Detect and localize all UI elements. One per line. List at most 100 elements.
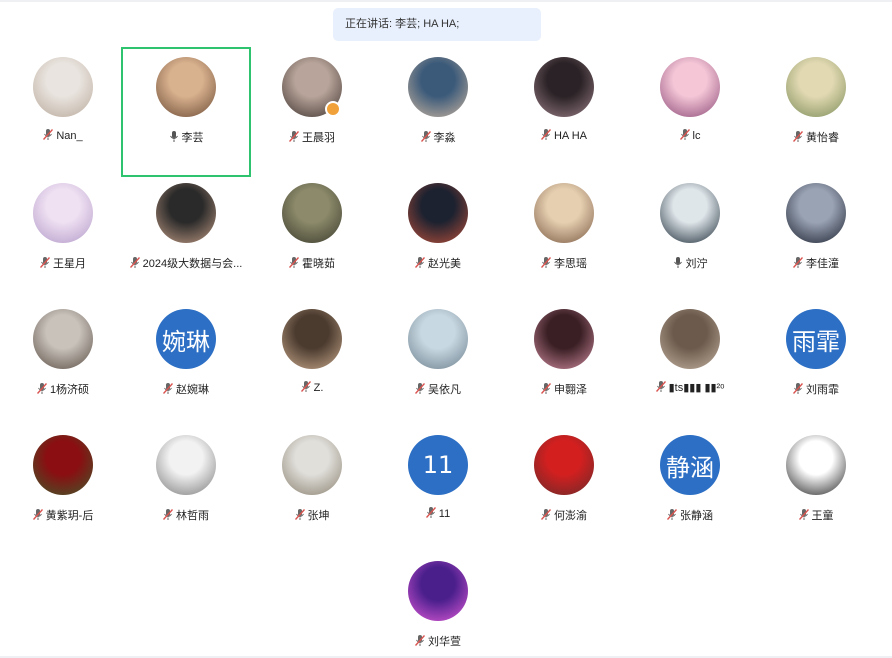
mic-icon: [673, 257, 686, 270]
participant-tile[interactable]: 雨霏刘雨霏: [753, 301, 879, 427]
mic-muted-icon: [294, 509, 308, 522]
participant-tile[interactable]: 林哲雨: [123, 427, 249, 553]
avatar: [33, 435, 93, 495]
mic-muted-icon: [163, 383, 176, 396]
participant-name-row: 李佳潼: [753, 255, 879, 271]
mic-muted-icon: [655, 381, 669, 394]
avatar: [534, 57, 594, 117]
participant-name: Z.: [313, 382, 324, 394]
avatar-photo: [156, 57, 216, 117]
avatar: [33, 57, 93, 117]
participant-tile[interactable]: HA HA: [501, 49, 627, 175]
participant-name-row: 刘泞: [627, 255, 753, 271]
participant-tile[interactable]: 王晨羽: [249, 49, 375, 175]
participant-name-row: 黄怡睿: [753, 129, 879, 145]
participant-tile[interactable]: Z.: [249, 301, 375, 427]
mic-muted-icon: [541, 257, 554, 270]
participant-name: 赵婉琳: [176, 384, 209, 396]
mic-muted-icon: [415, 383, 428, 396]
participant-name-row: 11: [375, 507, 501, 520]
participant-name-row: lc: [627, 129, 753, 142]
participant-name-row: 李芸: [123, 129, 249, 145]
participant-tile[interactable]: 黄怡睿: [753, 49, 879, 175]
participant-name-row: 霍晓茹: [249, 255, 375, 271]
participant-name: Nan_: [56, 130, 83, 142]
participant-tile[interactable]: 李淼: [375, 49, 501, 175]
avatar: [786, 183, 846, 243]
mic-muted-icon: [163, 509, 176, 522]
participant-name: ▮ts▮▮▮ ▮▮²ᵒ: [668, 382, 725, 394]
mic-muted-icon: [40, 257, 53, 270]
participant-tile[interactable]: 王星月: [0, 175, 126, 301]
participant-name: 刘雨霏: [806, 384, 839, 396]
avatar: [534, 309, 594, 369]
participant-name: 刘泞: [685, 258, 708, 270]
participant-name-row: 王晨羽: [249, 129, 375, 145]
avatar-photo: [156, 435, 216, 495]
avatar-photo: [408, 183, 468, 243]
avatar-photo: [534, 57, 594, 117]
avatar: [786, 57, 846, 117]
participant-tile[interactable]: 申翾泽: [501, 301, 627, 427]
participant-tile[interactable]: 何澎渝: [501, 427, 627, 553]
participant-name: 李思瑶: [554, 258, 587, 270]
avatar: 11: [408, 435, 468, 495]
participant-tile[interactable]: lc: [627, 49, 753, 175]
avatar-photo: [786, 183, 846, 243]
participant-tile[interactable]: 2024级大数据与会...: [123, 175, 249, 301]
participant-name-row: 王童: [753, 507, 879, 523]
participant-tile[interactable]: 李芸: [121, 47, 251, 177]
mic-muted-icon: [289, 257, 302, 270]
mic-muted-icon: [289, 131, 302, 144]
avatar-photo: [408, 309, 468, 369]
participant-tile[interactable]: 霍晓茹: [249, 175, 375, 301]
participant-name: 林哲雨: [176, 510, 209, 522]
avatar: 雨霏: [786, 309, 846, 369]
participant-name-row: ▮ts▮▮▮ ▮▮²ᵒ: [627, 381, 753, 394]
participant-tile[interactable]: 李思瑶: [501, 175, 627, 301]
avatar-photo: [660, 309, 720, 369]
participant-name: 霍晓茹: [302, 258, 335, 270]
participant-tile[interactable]: 吴依凡: [375, 301, 501, 427]
participant-name-row: 张坤: [249, 507, 375, 523]
avatar: [408, 57, 468, 117]
participant-tile[interactable]: 李佳潼: [753, 175, 879, 301]
mic-muted-icon: [415, 635, 428, 648]
avatar-photo: [33, 183, 93, 243]
mic-muted-icon: [300, 381, 314, 394]
participant-tile[interactable]: 赵光美: [375, 175, 501, 301]
participant-name: 张坤: [307, 510, 330, 522]
participant-tile[interactable]: 刘泞: [627, 175, 753, 301]
participant-tile[interactable]: 11 11: [375, 427, 501, 553]
avatar: [660, 183, 720, 243]
participant-tile[interactable]: 婉琳 赵婉琳: [123, 301, 249, 427]
participant-tile[interactable]: Nan_: [0, 49, 126, 175]
participant-name-row: 2024级大数据与会...: [123, 255, 249, 271]
participant-tile[interactable]: 1杨济硕: [0, 301, 126, 427]
participant-name-row: 何澎渝: [501, 507, 627, 523]
mic-muted-icon: [43, 129, 56, 142]
participant-tile[interactable]: ▮ts▮▮▮ ▮▮²ᵒ: [627, 301, 753, 427]
participant-tile[interactable]: 黄紫玥-后: [0, 427, 126, 553]
participant-tile[interactable]: 王童: [753, 427, 879, 553]
avatar: [408, 183, 468, 243]
mic-muted-icon: [129, 257, 143, 270]
participant-tile[interactable]: 刘华萱: [375, 553, 501, 658]
participant-name-row: 1杨济硕: [0, 381, 126, 397]
avatar-photo: [408, 57, 468, 117]
avatar-photo: [408, 561, 468, 621]
participant-name-row: 赵婉琳: [123, 381, 249, 397]
participant-name-row: 林哲雨: [123, 507, 249, 523]
participant-tile[interactable]: 张坤: [249, 427, 375, 553]
avatar: [156, 57, 216, 117]
participant-tile[interactable]: 静涵 张静涵: [627, 427, 753, 553]
host-badge-icon: [325, 101, 341, 117]
mic-muted-icon: [793, 131, 806, 144]
participant-name: 李淼: [433, 132, 456, 144]
avatar-photo: [282, 435, 342, 495]
participant-name-row: 赵光美: [375, 255, 501, 271]
participant-name: 王晨羽: [302, 132, 335, 144]
participant-name: HA HA: [553, 130, 587, 142]
participant-name-row: 刘华萱: [375, 633, 501, 649]
participant-name: 赵光美: [428, 258, 461, 270]
